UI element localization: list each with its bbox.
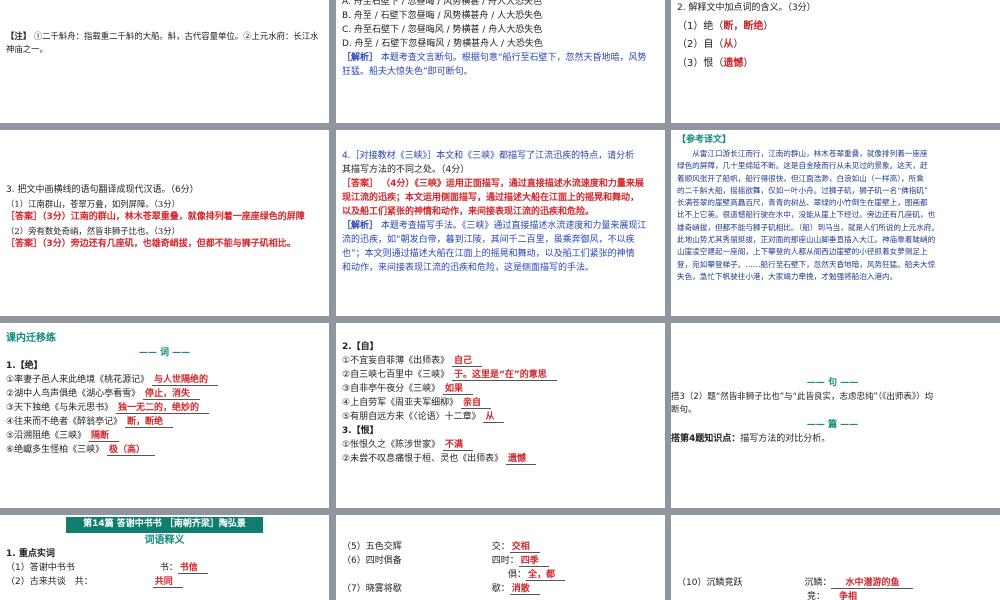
slide-comparison: 4.［对接教材《三峡》］本文和《三峡》都描写了江流迅疾的特点，请分析 其描写方法…	[336, 130, 665, 316]
vocab-row-7: （7）晓雾将歇 歇： 消散	[342, 583, 659, 597]
article-subheading: —— 篇 ——	[806, 420, 859, 431]
sentence-subheading: —— 句 ——	[806, 378, 859, 388]
key-words-subtitle: 1. 重点实词	[6, 549, 55, 560]
vocab-row-5: （5）五色交辉 交： 交相	[342, 541, 659, 555]
slide-zi-hen: 2.【自】 ①不宜妄自菲薄《出师表》 自己 ②自三峡七百里中《三峡》 于。这里是…	[336, 323, 665, 508]
jue-item-3: ③天下独绝《与朱元思书》 独一无二的，绝妙的	[6, 402, 323, 416]
slide-vocab-continued: （5）五色交辉 交： 交相 （6）四时俱备 四时： 四季 俱： 全，都 （7）晓雾将歇 歇：…	[336, 515, 665, 600]
article-link: 搭第4题知识点：描写方法的对比分析。	[671, 434, 831, 445]
analysis-4-line-2: 流的迅疾，如“朝发白帝，暮到江陵，其间千二百里，虽乘奔御风，不以疾	[342, 234, 635, 245]
answer-4-line-3: 以及船工们紧张的神情和动作，来间接表现江流的迅疾和危险。	[342, 206, 595, 217]
jue-item-1: ①率妻子邑人来此绝境《桃花源记》 与人世隔绝的	[6, 374, 323, 388]
zi-item-3: ③自非亭午夜分《三峡》 如果	[342, 383, 659, 397]
meaning-item-3: （3）恨（遗憾）	[677, 57, 754, 69]
jue-item-5: ⑤沿溯阻绝《三峡》 隔断	[6, 430, 323, 444]
slide-word-meaning: 2. 解释文中加点词的含义。（3分） （1）绝（断，断绝） （2）自（从） （3…	[671, 0, 1000, 123]
translation-q2: （2）旁有数处奇峭，然皆非狮子比也。（3分）	[6, 225, 180, 236]
translation-a2: ［答案］（3分）旁边还有几座矶，也雄奇峭拔，但都不能与狮子矶相比。	[6, 238, 296, 249]
slide-translation: 3. 把文中画横线的语句翻译成现代汉语。（6分） （1）江南群山，苍翠万叠，如列…	[0, 130, 329, 316]
word-subheading: —— 词 ——	[138, 347, 191, 358]
question-3: 3. 把文中画横线的语句翻译成现代汉语。（6分）	[6, 185, 199, 195]
slide-vocab-10: （10）沉鳞竞跃 沉鳞： 水中潜游的鱼 竞： 争相	[671, 515, 1000, 600]
reference-body: 从雷江口游长江而行，江南的群山，林木苍翠重叠，就像排列着一座座 绿色的屏障，几十…	[677, 148, 939, 281]
jue-item-6: ⑥绝巘多生怪柏《三峡》 极（高）	[6, 444, 323, 458]
sentence-link-line-2: 断句。	[671, 405, 697, 416]
question-2: 2. 解释文中加点词的含义。（3分）	[677, 3, 816, 13]
vocab-row-10b: 竞： 争相	[677, 591, 994, 600]
translation-a1: ［答案］（3分）江南的群山，林木苍翠重叠，就像排列着一座座绿色的屏障	[6, 211, 305, 222]
zi-item-1: ①不宜妄自菲薄《出师表》 自己	[342, 355, 659, 369]
jue-heading: 1.【绝】	[6, 361, 43, 372]
jue-item-2: ②湖中人鸟声俱绝《湖心亭看雪》 停止，消失	[6, 388, 323, 402]
vocab-row-10: （10）沉鳞竞跃 沉鳞： 水中潜游的鱼	[677, 577, 994, 591]
analysis-4-line-4: 和动作，来间接表现江流的迅疾和危险，这是侧面描写的手法。	[342, 262, 595, 273]
analysis-line-2: 狂猛。船夫大惊失色”即可断句。	[342, 66, 473, 77]
option-b: B. 舟至 / 石壁下忽昼晦 / 风势横甚舟 / 人大恐失色	[342, 10, 543, 21]
vocab-row-6: （6）四时俱备 四时： 四季	[342, 555, 659, 569]
analysis-4-line-3: 也”；本文则通过描述大船在江面上的摇晃和舞动，以及船工们紧张的神情	[342, 248, 635, 259]
slide-reference-translation: 【参考译文】 从雷江口游长江而行，江南的群山，林木苍翠重叠，就像排列着一座座 绿…	[671, 130, 1000, 316]
analysis-4-line-1: ［解析］ 本题考查描写手法。《三峡》通过直接描述水流速度和力量来展现江	[342, 220, 647, 231]
zi-item-2: ②自三峡七百里中《三峡》 于。这里是“在”的意思	[342, 369, 659, 383]
zi-heading: 2.【自】	[342, 342, 379, 352]
option-a: A. 舟至石壁下 / 忽昼晦 / 风势横甚 / 舟人大恐失色	[342, 0, 542, 7]
question-4-line-2: 其描写方法的不同之处。（4分）	[342, 164, 470, 175]
reference-title: 【参考译文】	[677, 135, 732, 145]
section-title: 课内迁移练	[6, 333, 56, 344]
note-text: ①二千斛舟：指载重二千斛的大船。斛，古代容量单位。②上元水府：长江水神庙之一。	[6, 31, 319, 55]
sentence-link-line-1: 搭3（2）题“然皆非狮子比也”与“此皆良实，志虑忠纯”（《出师表》）均	[671, 391, 934, 402]
vocab-row-2: （2）古来共谈 共： 共同	[6, 576, 323, 590]
meaning-item-2: （2）自（从）	[677, 39, 744, 51]
option-c: C. 舟至石壁下 / 忽昼晦风 / 势横甚 / 舟人大恐失色	[342, 24, 543, 35]
zi-item-4: ④上自劳军《周亚夫军细柳》 亲自	[342, 397, 659, 411]
analysis-label: ［解析］	[342, 52, 379, 63]
hen-item-2: ②未尝不叹息痛恨于桓、灵也《出师表》 遗憾	[342, 453, 659, 467]
question-4-line-1: 4.［对接教材《三峡》］本文和《三峡》都描写了江流迅疾的特点，请分析	[342, 151, 635, 161]
note-paragraph: 【注】 ①二千斛舟：指载重二千斛的大船。斛，古代容量单位。②上元水府：长江水神庙…	[6, 30, 323, 56]
analysis-line-1: ［解析］ 本题考查文言断句。根据句意“船行至石壁下，忽然天昏地暗，风势	[342, 52, 647, 63]
answer-4-line-1: ［答案］ （4分）《三峡》运用正面描写，通过直接描述水流速度和力量来展	[342, 178, 644, 189]
jue-item-4: ④往来而不绝者《醉翁亭记》 断，断绝	[6, 416, 323, 430]
lesson-banner: 第14篇 答谢中书书 ［南朝齐梁］陶弘景	[66, 517, 263, 533]
meaning-item-1: （1）绝（断，断绝）	[677, 20, 774, 32]
option-d: D. 舟至 / 石壁下忽昼晦风 / 势横甚舟人 / 大恐失色	[342, 38, 543, 49]
hen-item-1: ①怅恨久之《陈涉世家》 不满	[342, 439, 659, 453]
hen-heading: 3.【恨】	[342, 425, 379, 436]
vocab-row-1: （1）答谢中书书 书： 书信	[6, 562, 323, 576]
slide-sentence-article: —— 句 —— 搭3（2）题“然皆非狮子比也”与“此皆良实，志虑忠纯”（《出师表…	[671, 323, 1000, 508]
slide-lesson-14: 第14篇 答谢中书书 ［南朝齐梁］陶弘景 词语释义 1. 重点实词 （1）答谢中…	[0, 515, 329, 600]
vocab-row-6b: 俱： 全，都	[342, 569, 659, 583]
answer-4-line-2: 现江流的迅疾；本文运用侧面描写，通过描述大船在江面上的摇晃和舞动，	[342, 192, 640, 203]
vocab-title: 词语释义	[144, 534, 185, 546]
translation-q1: （1）江南群山，苍翠万叠，如列屏障。（3分）	[6, 198, 180, 209]
zi-item-5: ⑤有朋自远方来《〈论语〉十二章》 从	[342, 411, 659, 425]
slide-note: 【注】 ①二千斛舟：指载重二千斛的大船。斛，古代容量单位。②上元水府：长江水神庙…	[0, 0, 329, 123]
slide-word-transfer: 课内迁移练 —— 词 —— 1.【绝】 ①率妻子邑人来此绝境《桃花源记》 与人世…	[0, 323, 329, 508]
slide-sentence-break: A. 舟至石壁下 / 忽昼晦 / 风势横甚 / 舟人大恐失色 B. 舟至 / 石…	[336, 0, 665, 123]
note-label: 【注】	[6, 31, 32, 41]
